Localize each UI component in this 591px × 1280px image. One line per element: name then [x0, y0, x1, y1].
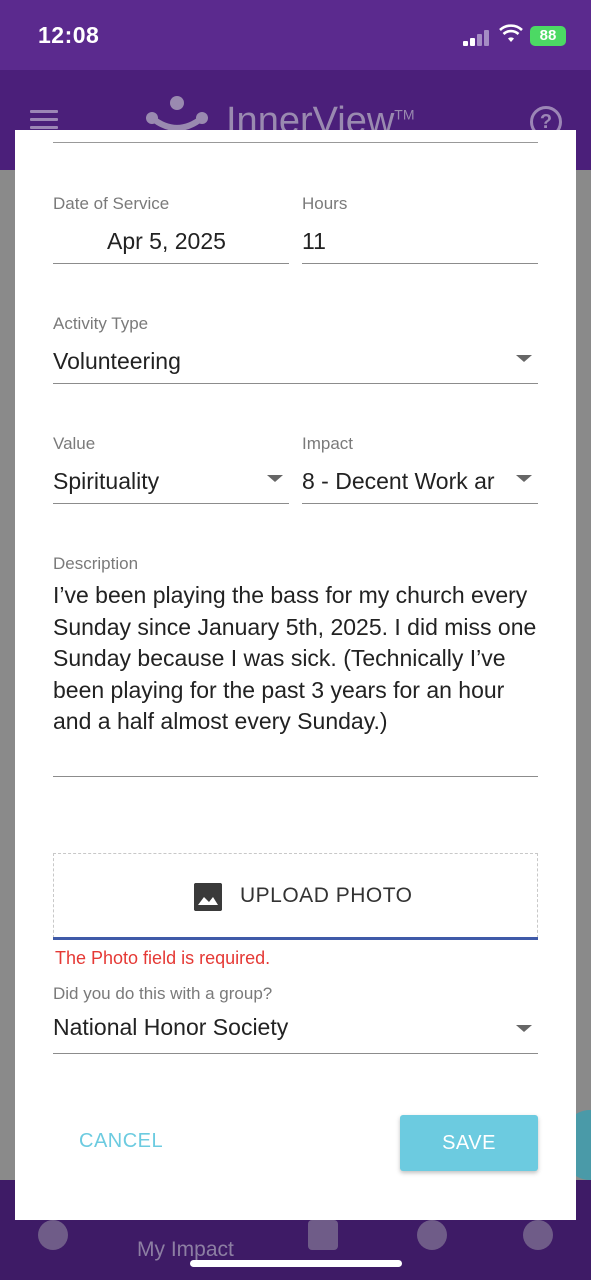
value-select[interactable]: Value Spirituality [53, 434, 289, 504]
nav-globe-icon [417, 1220, 447, 1250]
upload-photo-button[interactable]: UPLOAD PHOTO [53, 853, 538, 938]
cancel-button[interactable]: CANCEL [79, 1130, 163, 1153]
description-value: I’ve been playing the bass for my church… [53, 582, 537, 734]
value-value: Spirituality [53, 468, 160, 494]
image-icon [194, 883, 222, 911]
upload-photo-label: UPLOAD PHOTO [240, 884, 413, 907]
chevron-down-icon [516, 1025, 532, 1032]
battery-icon: 88 [530, 26, 566, 46]
wifi-icon [499, 24, 523, 42]
logo-icon [146, 96, 208, 131]
activity-type-label: Activity Type [53, 314, 149, 333]
hours-field[interactable]: Hours 11 [302, 194, 538, 264]
hours-label: Hours [302, 194, 348, 213]
date-of-service-field[interactable]: Date of Service Apr 5, 2025 [53, 194, 289, 264]
description-label: Description [53, 554, 139, 573]
group-select[interactable]: Did you do this with a group? National H… [53, 984, 538, 1054]
nav-star-icon [523, 1220, 553, 1250]
nav-add-icon [308, 1220, 338, 1250]
signal-icon [463, 30, 491, 46]
chevron-down-icon [267, 475, 283, 482]
activity-type-select[interactable]: Activity Type Volunteering [53, 314, 538, 384]
previous-field-underline [53, 142, 538, 143]
nav-my-impact-label: My Impact [137, 1238, 234, 1261]
description-field[interactable]: Description I’ve been playing the bass f… [53, 554, 538, 777]
chevron-down-icon [516, 475, 532, 482]
impact-select[interactable]: Impact 8 - Decent Work ar [302, 434, 538, 504]
date-of-service-value: Apr 5, 2025 [107, 228, 226, 254]
impact-label: Impact [302, 434, 354, 453]
save-button[interactable]: SAVE [400, 1115, 538, 1171]
menu-icon[interactable] [30, 110, 58, 130]
value-label: Value [53, 434, 96, 453]
upload-focus-bar [53, 937, 538, 940]
impact-value: 8 - Decent Work ar [302, 468, 495, 494]
activity-form-dialog: Date of Service Apr 5, 2025 Hours 11 Act… [15, 130, 576, 1220]
nav-home-icon [38, 1220, 68, 1250]
trademark-mark: TM [394, 106, 415, 123]
status-time: 12:08 [38, 22, 100, 48]
hours-value: 11 [302, 228, 326, 254]
group-value: National Honor Society [53, 1014, 289, 1040]
activity-type-value: Volunteering [53, 348, 181, 374]
date-of-service-label: Date of Service [53, 194, 170, 213]
status-bar: 12:08 88 [0, 0, 591, 70]
chevron-down-icon [516, 355, 532, 362]
group-label: Did you do this with a group? [53, 984, 273, 1003]
home-indicator [190, 1260, 402, 1267]
photo-error-text: The Photo field is required. [55, 948, 271, 968]
